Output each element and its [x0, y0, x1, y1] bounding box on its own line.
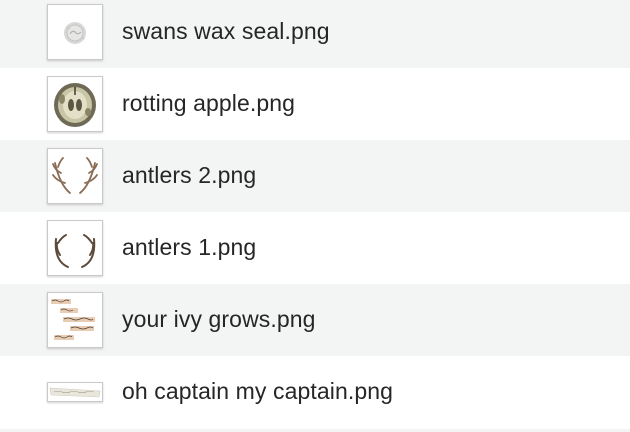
file-row-swans-wax-seal[interactable]: swans wax seal.png: [0, 0, 630, 68]
file-list: swans wax seal.png rotting apple.png ant…: [0, 0, 630, 432]
file-name: antlers 1.png: [122, 234, 257, 260]
antlers-thumbnail-icon: [47, 220, 103, 276]
file-name: rotting apple.png: [122, 90, 296, 116]
file-name: oh captain my captain.png: [122, 378, 394, 404]
file-name: your ivy grows.png: [122, 306, 316, 332]
file-row-antlers-1[interactable]: antlers 1.png: [0, 212, 630, 284]
wax-seal-thumbnail-icon: [47, 4, 103, 60]
antlers-thumbnail-icon: [47, 148, 103, 204]
handwritten-note-thumbnail-icon: [47, 292, 103, 348]
file-row-antlers-2[interactable]: antlers 2.png: [0, 140, 630, 212]
apple-thumbnail-icon: [47, 76, 103, 132]
file-row-your-ivy-grows[interactable]: your ivy grows.png: [0, 284, 630, 356]
paper-strip-thumbnail-icon: [47, 382, 103, 402]
file-name: swans wax seal.png: [122, 18, 330, 44]
file-row-rotting-apple[interactable]: rotting apple.png: [0, 68, 630, 140]
file-row-oh-captain-my-captain[interactable]: oh captain my captain.png: [0, 356, 630, 428]
file-name: antlers 2.png: [122, 162, 257, 188]
